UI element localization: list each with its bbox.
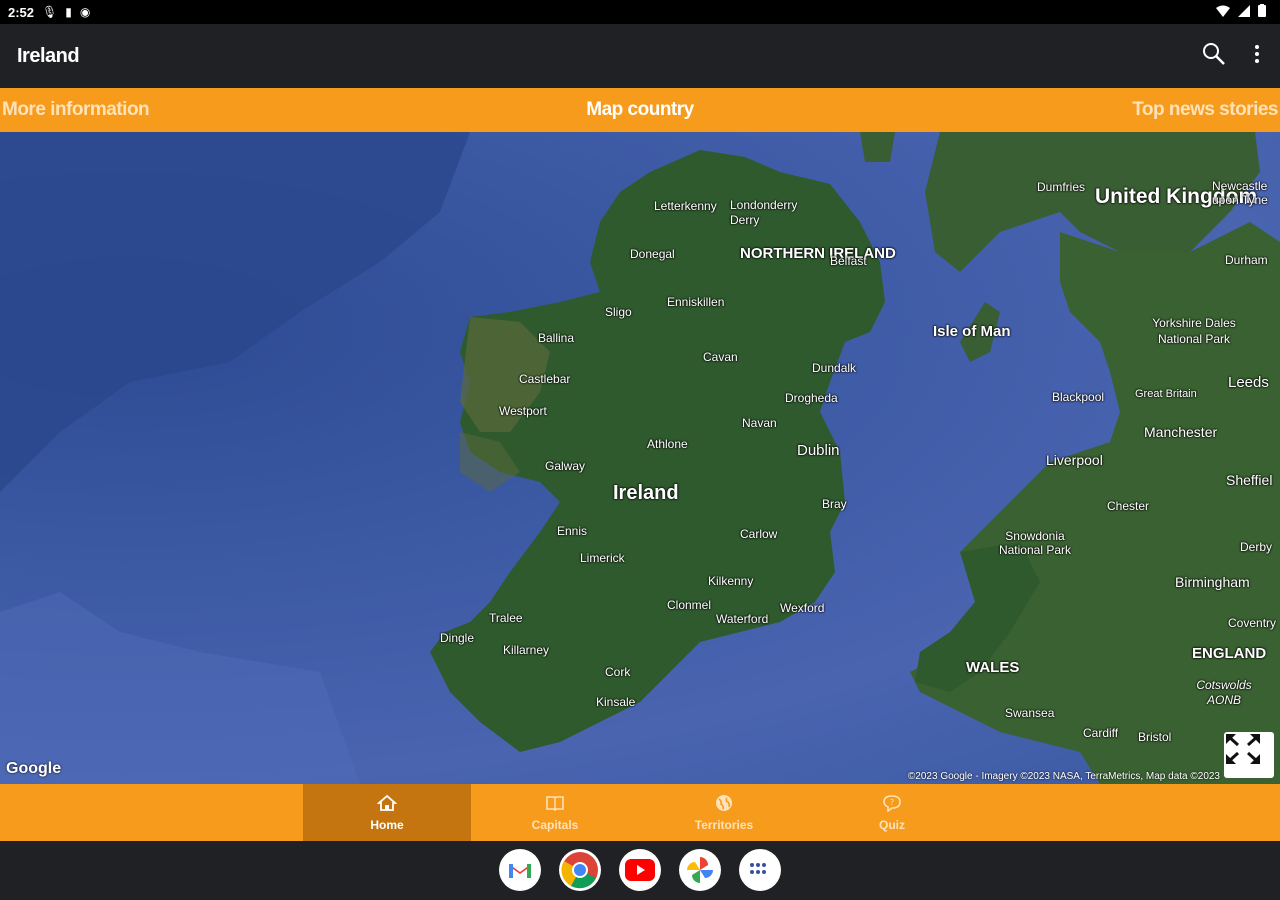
satellite-map[interactable]: Ireland NORTHERN IRELAND United Kingdom … xyxy=(0,132,1280,784)
map-label-england: ENGLAND xyxy=(1192,645,1267,662)
chrome-icon[interactable] xyxy=(559,849,601,891)
map-label-great-britain: Great Britain xyxy=(1135,388,1197,400)
map-label-dingle: Dingle xyxy=(440,631,475,645)
map-label-killarney: Killarney xyxy=(503,643,550,657)
map-label-westport: Westport xyxy=(499,404,547,418)
map-label-kilkenny: Kilkenny xyxy=(708,574,754,588)
map-label-sligo: Sligo xyxy=(605,305,632,319)
app-title: Ireland xyxy=(17,44,80,67)
map-label-bristol: Bristol xyxy=(1138,730,1172,744)
tab-more-information[interactable]: More information xyxy=(2,88,150,132)
map-label-derby: Derby xyxy=(1240,540,1273,554)
nav-territories-label: Territories xyxy=(694,818,754,832)
map-label-waterford: Waterford xyxy=(716,612,769,626)
more-vert-icon[interactable] xyxy=(1254,44,1260,64)
status-time: 2:52 xyxy=(8,4,35,20)
map-label-belfast: Belfast xyxy=(830,254,867,268)
map-label-sheffield: Sheffiel xyxy=(1226,472,1273,488)
nav-home-label: Home xyxy=(370,818,404,832)
mic-icon: 🎙 xyxy=(42,5,58,19)
map-label-donegal: Donegal xyxy=(630,247,675,261)
tab-bar: Map country More information Top news st… xyxy=(0,88,1280,132)
map-label-newcastle: Newcastle upon Tyne xyxy=(1212,179,1268,207)
map-label-cavan: Cavan xyxy=(703,350,738,364)
google-logo: Google xyxy=(6,760,62,777)
bottom-nav: Home Capitals Territories ? Quiz xyxy=(0,784,1280,841)
map-label-navan: Navan xyxy=(742,416,777,430)
gmail-icon[interactable] xyxy=(499,849,541,891)
search-icon[interactable] xyxy=(1202,42,1226,66)
map-label-durham: Durham xyxy=(1225,253,1268,267)
map-attribution[interactable]: ©2023 Google - Imagery ©2023 NASA, Terra… xyxy=(908,771,1220,782)
nav-capitals-label: Capitals xyxy=(531,818,579,832)
map-label-letterkenny: Letterkenny xyxy=(654,199,717,213)
map-label-isle-of-man: Isle of Man xyxy=(933,323,1011,340)
map-label-castlebar: Castlebar xyxy=(519,372,571,386)
map-label-tralee: Tralee xyxy=(489,611,523,625)
map-label-clonmel: Clonmel xyxy=(667,598,712,612)
map-label-swansea: Swansea xyxy=(1005,706,1055,720)
map-label-ballina: Ballina xyxy=(538,331,575,345)
map-label-kinsale: Kinsale xyxy=(596,695,636,709)
map-label-leeds: Leeds xyxy=(1228,374,1269,391)
nav-territories[interactable]: Territories xyxy=(640,784,808,841)
map-label-chester: Chester xyxy=(1107,499,1150,513)
sync-icon: ◉ xyxy=(79,5,91,19)
nav-home[interactable]: Home xyxy=(303,784,471,841)
map-label-blackpool: Blackpool xyxy=(1052,390,1105,404)
map-label-united-kingdom: United Kingdom xyxy=(1095,185,1258,208)
map-label-northern-ireland: NORTHERN IRELAND xyxy=(740,245,896,262)
map-label-cotswolds: Cotswolds AONB xyxy=(1196,678,1252,707)
map-label-derry: Derry xyxy=(730,213,760,227)
fullscreen-icon xyxy=(1226,734,1260,764)
app-bar: Ireland xyxy=(0,24,1280,88)
map-label-birmingham: Birmingham xyxy=(1175,574,1250,590)
status-bar: 2:52 🎙 ▮ ◉ xyxy=(0,0,1280,24)
map-label-drogheda: Drogheda xyxy=(785,391,838,405)
sd-card-icon: ▮ xyxy=(65,5,72,19)
map-label-dublin: Dublin xyxy=(797,442,840,459)
fullscreen-button[interactable] xyxy=(1224,732,1274,778)
map-label-londonderry: Londonderry xyxy=(730,198,798,212)
map-label-coventry: Coventry xyxy=(1228,616,1277,630)
map-label-ennis: Ennis xyxy=(557,524,588,538)
book-icon xyxy=(546,796,564,812)
map-label-wexford: Wexford xyxy=(780,601,825,615)
home-icon xyxy=(377,794,397,811)
globe-icon xyxy=(716,795,732,811)
tab-top-news-stories[interactable]: Top news stories xyxy=(1132,88,1278,132)
map-label-manchester: Manchester xyxy=(1144,424,1218,440)
map-label-carlow: Carlow xyxy=(740,527,778,541)
quiz-bubble-icon: ? xyxy=(883,795,901,812)
map-label-yorkshire-dales: Yorkshire Dales National Park xyxy=(1152,316,1236,346)
map-label-cork: Cork xyxy=(605,665,631,679)
nav-quiz-label: Quiz xyxy=(879,818,905,832)
map-label-liverpool: Liverpool xyxy=(1046,452,1103,468)
map-label-snowdonia: Snowdonia National Park xyxy=(998,529,1072,557)
map-label-galway: Galway xyxy=(545,459,586,473)
tab-map-country[interactable]: Map country xyxy=(0,88,1280,132)
map-label-dundalk: Dundalk xyxy=(812,361,857,375)
map-label-dumfries: Dumfries xyxy=(1037,180,1086,194)
map-label-enniskillen: Enniskillen xyxy=(667,295,725,309)
battery-icon xyxy=(1258,4,1266,17)
photos-icon[interactable] xyxy=(679,849,721,891)
signal-icon xyxy=(1238,4,1250,17)
wifi-icon xyxy=(1216,5,1230,17)
nav-capitals[interactable]: Capitals xyxy=(471,784,639,841)
map-label-ireland: Ireland xyxy=(613,482,679,504)
map-label-limerick: Limerick xyxy=(580,551,625,565)
nav-quiz[interactable]: ? Quiz xyxy=(808,784,976,841)
apps-icon[interactable] xyxy=(739,849,781,891)
system-dock xyxy=(0,841,1280,900)
map-label-bray: Bray xyxy=(822,497,847,511)
svg-text:?: ? xyxy=(890,798,894,807)
youtube-icon[interactable] xyxy=(619,849,661,891)
map-label-athlone: Athlone xyxy=(647,437,688,451)
map-label-wales: WALES xyxy=(966,659,1020,676)
map-label-cardiff: Cardiff xyxy=(1083,726,1119,740)
